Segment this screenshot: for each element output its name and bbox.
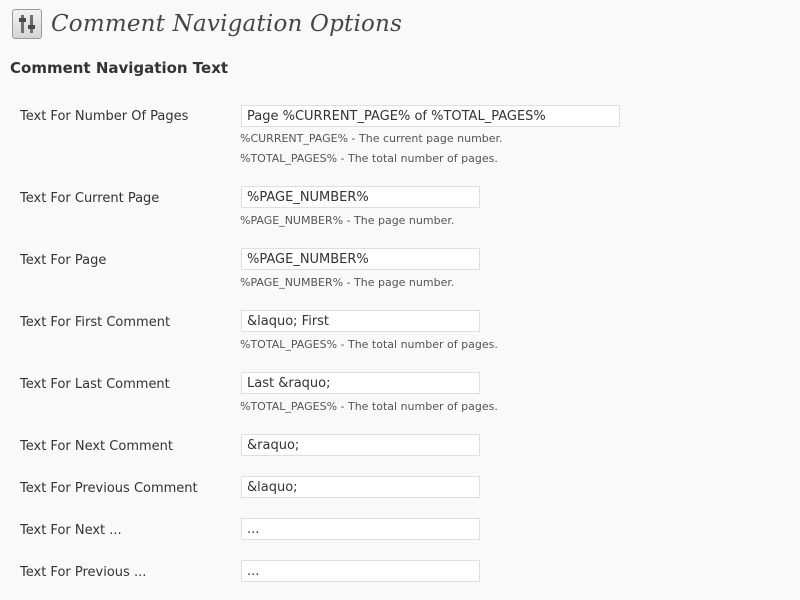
options-page: Comment Navigation Options Comment Navig…	[0, 0, 800, 600]
page-input[interactable]	[241, 248, 480, 270]
previous-ellipsis-input[interactable]	[241, 560, 480, 582]
section-title: Comment Navigation Text	[10, 59, 229, 77]
hint-total-pages-token: %TOTAL_PAGES% - The total number of page…	[240, 338, 498, 351]
hint-total-pages-token: %TOTAL_PAGES% - The total number of page…	[240, 152, 498, 165]
number-of-pages-input[interactable]	[241, 105, 620, 127]
hint-current-page-token: %CURRENT_PAGE% - The current page number…	[240, 132, 503, 145]
settings-sliders-icon	[12, 9, 42, 39]
row-label-current-page: Text For Current Page	[20, 191, 160, 206]
hint-page-number-token: %PAGE_NUMBER% - The page number.	[240, 276, 455, 289]
page-header: Comment Navigation Options	[12, 6, 402, 42]
row-label-next-ellipsis: Text For Next ...	[20, 523, 122, 538]
current-page-input[interactable]	[241, 186, 480, 208]
page-title: Comment Navigation Options	[51, 11, 403, 37]
row-label-page: Text For Page	[20, 253, 107, 268]
row-label-last-comment: Text For Last Comment	[20, 377, 170, 392]
row-label-previous-comment: Text For Previous Comment	[20, 481, 198, 496]
last-comment-input[interactable]	[241, 372, 480, 394]
row-label-previous-ellipsis: Text For Previous ...	[20, 565, 147, 580]
row-label-number-of-pages: Text For Number Of Pages	[20, 109, 189, 124]
row-label-first-comment: Text For First Comment	[20, 315, 171, 330]
next-comment-input[interactable]	[241, 434, 480, 456]
previous-comment-input[interactable]	[241, 476, 480, 498]
next-ellipsis-input[interactable]	[241, 518, 480, 540]
hint-total-pages-token: %TOTAL_PAGES% - The total number of page…	[240, 400, 498, 413]
hint-page-number-token: %PAGE_NUMBER% - The page number.	[240, 214, 455, 227]
first-comment-input[interactable]	[241, 310, 480, 332]
row-label-next-comment: Text For Next Comment	[20, 439, 173, 454]
